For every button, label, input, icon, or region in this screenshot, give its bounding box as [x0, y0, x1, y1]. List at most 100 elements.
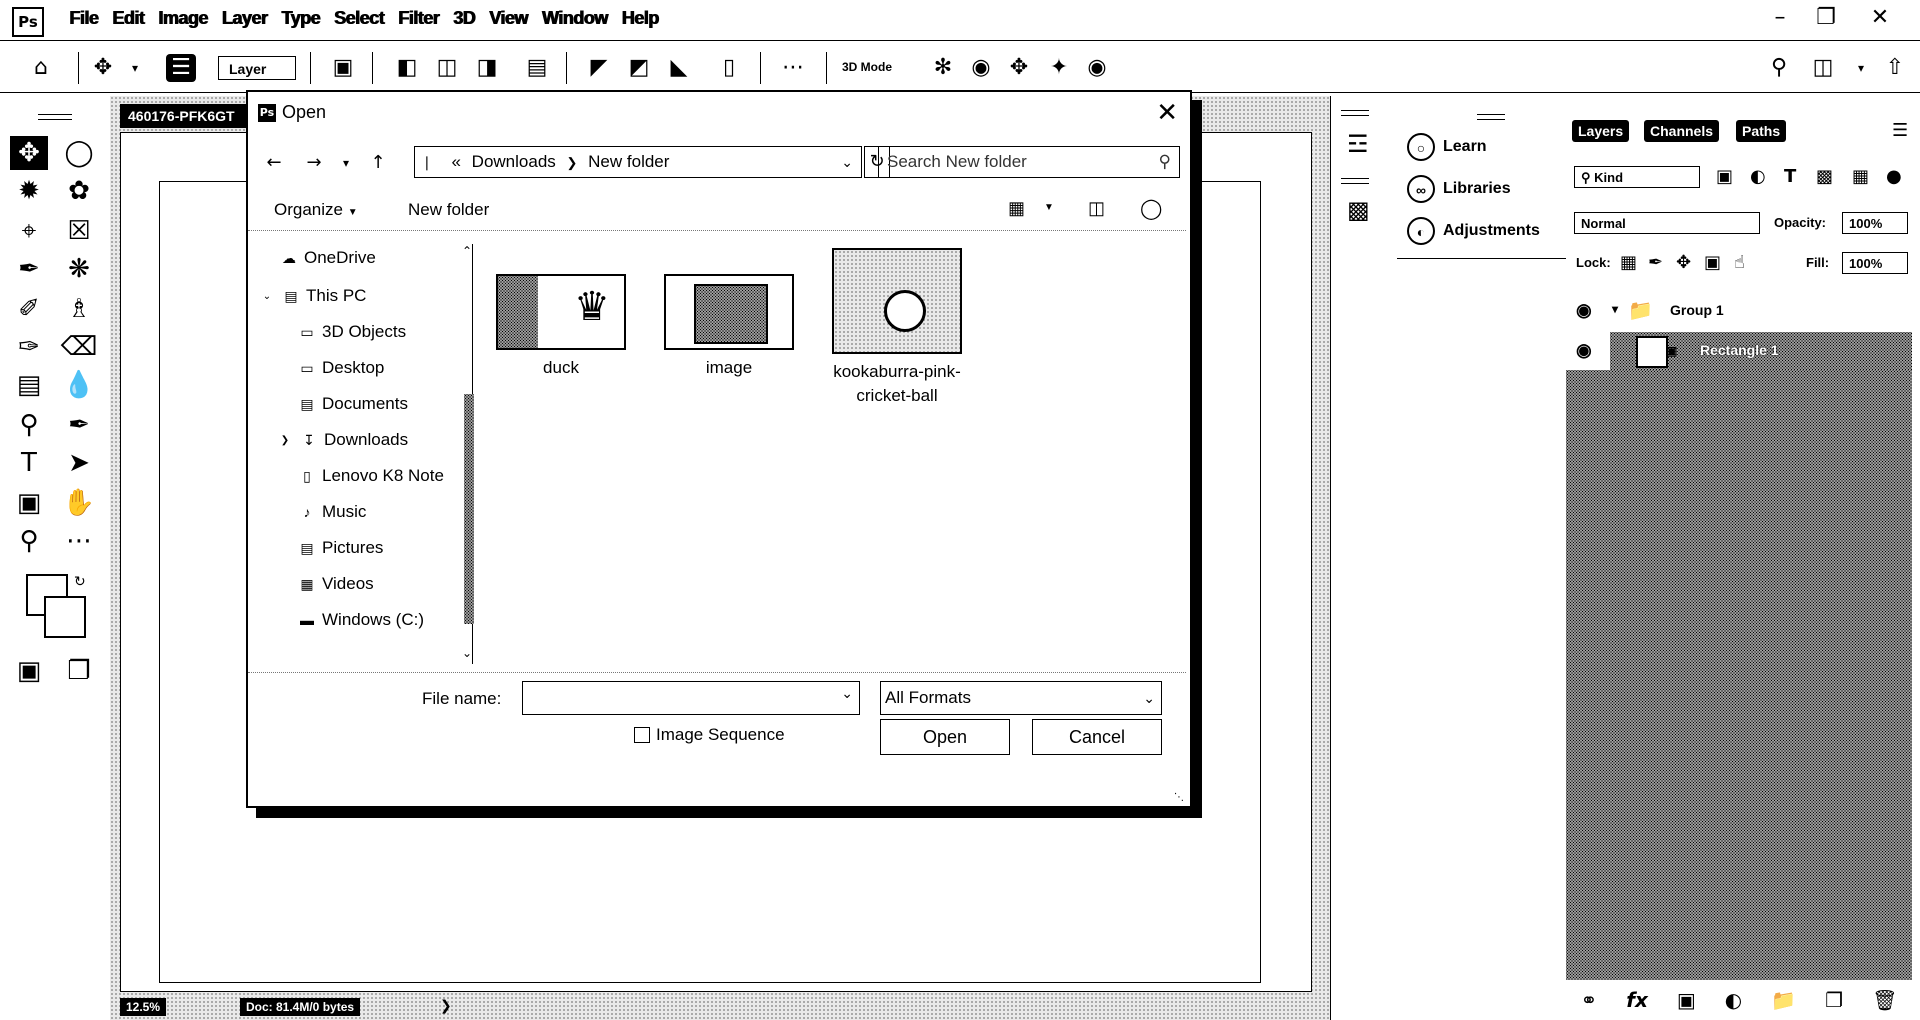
- home-icon[interactable]: ⌂: [26, 54, 56, 82]
- menu-select[interactable]: Select: [327, 8, 391, 29]
- menu-file[interactable]: File: [62, 8, 105, 29]
- orbit-3d-icon[interactable]: ✻: [928, 54, 958, 82]
- history-icon[interactable]: ☲: [1347, 130, 1369, 158]
- fx-icon[interactable]: fx: [1626, 988, 1648, 1012]
- file-item[interactable]: kookaburra-pink-cricket-ball: [822, 242, 972, 408]
- history-brush-tool-icon[interactable]: ✑: [10, 330, 48, 364]
- hand-tool-icon[interactable]: ✋: [60, 486, 98, 520]
- nav-item-desktop[interactable]: ▭ Desktop: [298, 358, 384, 378]
- scroll-down-icon[interactable]: ⌄: [462, 646, 472, 660]
- status-arrow-icon[interactable]: ❯: [440, 998, 452, 1014]
- nav-item-3d-objects[interactable]: ▭ 3D Objects: [298, 322, 406, 342]
- blur-tool-icon[interactable]: 💧: [60, 368, 98, 402]
- more-tools-icon[interactable]: ⋯: [60, 524, 98, 558]
- layer-row-group[interactable]: ◉ ▾ 📁 Group 1: [1566, 292, 1912, 330]
- dodge-tool-icon[interactable]: ⚲: [10, 408, 48, 442]
- type-filter-icon[interactable]: T: [1784, 166, 1796, 187]
- search-icon[interactable]: ⚲: [1764, 54, 1794, 82]
- lock-artboard-icon[interactable]: ▣: [1704, 252, 1721, 273]
- chevron-down-icon[interactable]: ▾: [1846, 54, 1876, 82]
- screen-mode-icon[interactable]: ❐: [60, 654, 98, 688]
- eye-icon[interactable]: ◉: [1576, 340, 1592, 361]
- type-tool-icon[interactable]: T: [10, 446, 48, 480]
- new-adjustment-icon[interactable]: ◐: [1725, 988, 1742, 1012]
- file-item[interactable]: image: [654, 242, 804, 378]
- healing-tool-icon[interactable]: ❋: [60, 252, 98, 286]
- layer-row-rectangle[interactable]: ◉ ▣ Rectangle 1: [1566, 332, 1912, 370]
- adjustment-filter-icon[interactable]: ◐: [1750, 166, 1766, 187]
- eraser-tool-icon[interactable]: ⌫: [60, 330, 98, 364]
- file-name-input[interactable]: ⌄: [522, 681, 860, 715]
- nav-item-windows-c[interactable]: ▬ Windows (C:): [298, 610, 424, 630]
- align-left-icon[interactable]: ◧: [392, 54, 422, 82]
- brush-tool-icon[interactable]: ✐: [10, 292, 48, 326]
- distribute-icon[interactable]: ▤: [522, 54, 552, 82]
- cancel-button[interactable]: Cancel: [1032, 719, 1162, 755]
- quick-mask-icon[interactable]: ▣: [10, 654, 48, 688]
- new-layer-icon[interactable]: ❐: [1825, 988, 1843, 1012]
- organize-button[interactable]: Organize ▼: [274, 200, 358, 220]
- chevron-down-icon[interactable]: ⌄: [841, 686, 853, 702]
- breadcrumb-downloads[interactable]: Downloads: [472, 152, 556, 171]
- lock-pixels-icon[interactable]: ▦: [1620, 252, 1637, 273]
- zoom-tool-icon[interactable]: ⚲: [10, 524, 48, 558]
- back-icon[interactable]: ←: [260, 150, 288, 176]
- forward-icon[interactable]: →: [300, 150, 328, 176]
- tab-channels[interactable]: Channels: [1644, 120, 1720, 142]
- chevron-right-icon[interactable]: ❯: [276, 435, 294, 446]
- nav-scrollbar[interactable]: ⌃ ⌄: [462, 244, 476, 664]
- menu-edit[interactable]: Edit: [105, 8, 151, 29]
- tab-paths[interactable]: Paths: [1736, 120, 1787, 142]
- format-select[interactable]: All Formats ⌄: [880, 681, 1162, 715]
- stamp-tool-icon[interactable]: ♗: [60, 292, 98, 326]
- move-tool-icon[interactable]: ✥: [10, 136, 48, 170]
- close-icon[interactable]: ✕: [1860, 4, 1900, 32]
- lock-position-icon[interactable]: ✥: [1676, 252, 1691, 273]
- up-icon[interactable]: ↑: [364, 150, 392, 176]
- nav-item-music[interactable]: ♪ Music: [298, 502, 367, 522]
- chevron-down-icon[interactable]: ⌄: [841, 147, 853, 177]
- checkbox-icon[interactable]: [634, 727, 650, 743]
- swap-colors-icon[interactable]: ↻: [74, 574, 86, 590]
- scroll-thumb[interactable]: [464, 394, 474, 624]
- move-tool-icon[interactable]: ✥: [88, 54, 118, 82]
- blend-mode-dropdown[interactable]: Normal: [1574, 212, 1760, 234]
- layer-name[interactable]: Rectangle 1: [1700, 342, 1779, 358]
- menu-filter[interactable]: Filter: [391, 8, 446, 29]
- new-group-icon[interactable]: 📁: [1771, 988, 1796, 1012]
- align-right-icon[interactable]: ◨: [472, 54, 502, 82]
- menu-view[interactable]: View: [482, 8, 535, 29]
- distribute-vertical-icon[interactable]: ▯: [714, 54, 744, 82]
- eye-icon[interactable]: ◉: [1576, 300, 1592, 321]
- chevron-down-icon[interactable]: ▾: [1612, 302, 1618, 316]
- menu-type[interactable]: Type: [274, 8, 327, 29]
- align-bottom-icon[interactable]: ◣: [664, 54, 694, 82]
- roll-3d-icon[interactable]: ◉: [966, 54, 996, 82]
- smart-object-filter-icon[interactable]: ▦: [1852, 166, 1869, 187]
- close-icon[interactable]: ✕: [1156, 98, 1178, 128]
- align-top-icon[interactable]: ◤: [584, 54, 614, 82]
- eyedropper-tool-icon[interactable]: ✒: [10, 252, 48, 286]
- panel-grip[interactable]: [38, 114, 72, 120]
- chevron-down-icon[interactable]: ⌄: [258, 291, 276, 302]
- adjustments-panel-button[interactable]: ◐ Adjustments: [1407, 214, 1540, 248]
- shape-filter-icon[interactable]: ▩: [1816, 166, 1833, 187]
- filter-kind-dropdown[interactable]: ⚲ Kind: [1574, 166, 1700, 188]
- recent-locations-icon[interactable]: ▾: [332, 150, 360, 176]
- opacity-input[interactable]: 100%: [1842, 212, 1908, 234]
- filter-toggle-icon[interactable]: ●: [1886, 166, 1902, 187]
- new-folder-button[interactable]: New folder: [408, 200, 489, 220]
- menu-3d[interactable]: 3D: [446, 8, 482, 29]
- align-center-icon[interactable]: ◫: [432, 54, 462, 82]
- crop-tool-icon[interactable]: ⌖: [10, 214, 48, 248]
- path-select-tool-icon[interactable]: ➤: [60, 446, 98, 480]
- nav-item-pictures[interactable]: ▤ Pictures: [298, 538, 383, 558]
- panel-grip[interactable]: [1341, 110, 1369, 116]
- auto-select-dropdown[interactable]: Layer: [218, 56, 296, 80]
- transform-controls-icon[interactable]: ▣: [328, 54, 358, 82]
- pen-tool-icon[interactable]: ✒: [60, 408, 98, 442]
- link-layers-icon[interactable]: ⚭: [1581, 988, 1598, 1012]
- search-input[interactable]: Search New folder ⚲: [878, 146, 1180, 178]
- scroll-up-icon[interactable]: ⌃: [462, 244, 472, 258]
- preview-pane-icon[interactable]: ◫: [1088, 198, 1105, 219]
